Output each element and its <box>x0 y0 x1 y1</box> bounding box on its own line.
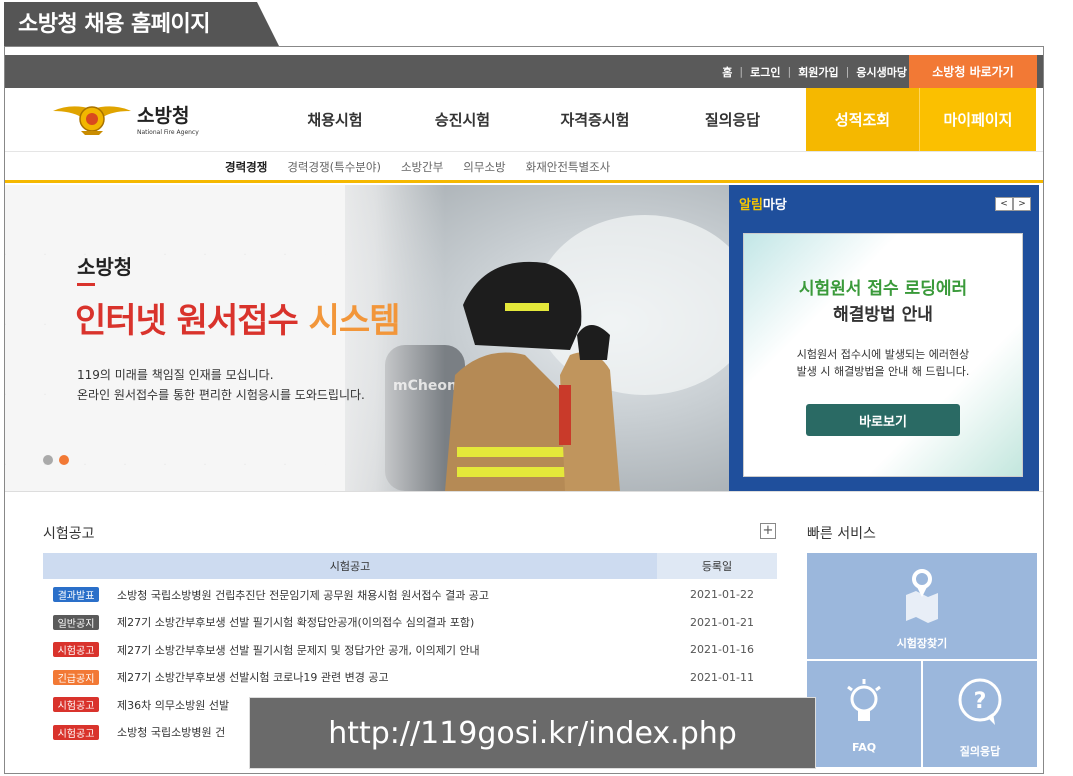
top-utility-bar: 홈 | 로그인 | 회원가입 | 응시생마당 소방청 바로가기 <box>5 55 1043 88</box>
nav-score-lookup[interactable]: 성적조회 <box>806 88 919 151</box>
separator: | <box>845 65 850 78</box>
caption-title: 소방청 채용 홈페이지 <box>4 2 279 46</box>
main-nav: 채용시험 승진시험 자격증시험 질의응답 <box>265 88 795 151</box>
prev-arrow-icon[interactable]: < <box>995 197 1013 211</box>
status-badge: 긴급공지 <box>53 669 99 685</box>
nav-mypage[interactable]: 마이페이지 <box>919 88 1036 151</box>
hero-line1: 소방청 <box>77 255 133 279</box>
view-button[interactable]: 바로보기 <box>806 404 960 436</box>
qna-label: 질의응답 <box>959 745 1001 758</box>
status-badge: 일반공지 <box>53 614 99 630</box>
table-row[interactable]: 결과발표 소방청 국립소방병원 건립추진단 전문임기제 공무원 채용시험 원서접수… <box>43 581 777 609</box>
row-title-link[interactable]: 제27기 소방간부후보생 선발 필기시험 문제지 및 정답가안 공개, 이의제기… <box>117 642 667 658</box>
row-date: 2021-01-21 <box>690 615 754 629</box>
more-plus-icon[interactable]: + <box>760 523 776 539</box>
exam-table-header: 시험공고 등록일 <box>43 553 777 579</box>
signup-link[interactable]: 회원가입 <box>798 64 838 80</box>
slide-dot-1[interactable] <box>43 455 53 465</box>
faq-label: FAQ <box>851 741 877 754</box>
browser-frame: 홈 | 로그인 | 회원가입 | 응시생마당 소방청 바로가기 소방청 Nationa… <box>4 46 1044 774</box>
nfa-shortcut-button[interactable]: 소방청 바로가기 <box>909 55 1037 88</box>
nav-license-exam[interactable]: 자격증시험 <box>520 88 670 151</box>
applicant-link[interactable]: 응시생마당 <box>856 64 907 80</box>
row-date: 2021-01-11 <box>690 670 754 684</box>
nav-promotion-exam[interactable]: 승진시험 <box>405 88 520 151</box>
notice-subheading: 해결방법 안내 <box>833 305 933 325</box>
status-badge: 시험공고 <box>53 697 99 713</box>
row-date: 2021-01-16 <box>690 643 754 657</box>
notice-card[interactable]: 시험원서 접수 로딩에러 해결방법 안내 시험원서 접수시에 발생되는 에러현상… <box>743 233 1023 477</box>
notice-description: 시험원서 접수시에 발생되는 에러현상 발생 시 해결방법을 안내 해 드립니다… <box>796 348 970 378</box>
status-badge: 결과발표 <box>53 587 99 603</box>
next-arrow-icon[interactable]: > <box>1013 197 1031 211</box>
map-pin-icon <box>906 569 938 623</box>
hero-banner[interactable]: mCheong 소방청 인터넷 원서접수 시스템 119의 미래를 책임질 인재… <box>5 185 729 491</box>
exam-site-finder-button[interactable]: 시험장찾기 <box>807 553 1037 659</box>
site-header: 소방청 National Fire Agency 채용시험 승진시험 자격증시험… <box>5 88 1043 151</box>
sub-nav: 경력경쟁 경력경쟁(특수분야) 소방간부 의무소방 화재안전특별조사 <box>5 151 1043 183</box>
lightbulb-icon <box>847 679 881 721</box>
exam-notice-title: 시험공고 <box>43 526 95 542</box>
qna-button[interactable]: ? 질의응답 <box>923 661 1037 767</box>
home-link[interactable]: 홈 <box>722 64 732 80</box>
slide-indicators <box>43 455 69 465</box>
row-title-link[interactable]: 제27기 소방간부후보생 선발시험 코로나19 관련 변경 공고 <box>117 669 667 685</box>
utility-links: 홈 | 로그인 | 회원가입 | 응시생마당 <box>722 55 907 88</box>
table-row[interactable]: 긴급공지 제27기 소방간부후보생 선발시험 코로나19 관련 변경 공고 2021… <box>43 664 777 692</box>
notice-panel-title: 알림마당 <box>739 198 787 213</box>
col-title: 시험공고 <box>43 553 657 579</box>
emblem-icon <box>53 106 131 135</box>
faq-button[interactable]: FAQ <box>807 661 921 767</box>
col-date: 등록일 <box>701 560 733 573</box>
nav-qna[interactable]: 질의응답 <box>670 88 795 151</box>
separator: | <box>787 65 792 78</box>
subnav-conscript[interactable]: 의무소방 <box>463 159 505 175</box>
row-title-link[interactable]: 소방청 국립소방병원 건립추진단 전문임기제 공무원 채용시험 원서접수 결과 … <box>117 587 667 603</box>
hero-description: 119의 미래를 책임질 인재를 모십니다. 온라인 원서접수를 통한 편리한 … <box>77 368 365 402</box>
site-logo[interactable]: 소방청 National Fire Agency <box>51 97 201 141</box>
subnav-fire-safety[interactable]: 화재안전특별조사 <box>526 159 611 175</box>
notice-panel: 알림마당 < > 시험원서 접수 로딩에러 해결방법 안내 시험원서 접수시에 … <box>729 185 1039 491</box>
row-date: 2021-01-22 <box>690 588 754 602</box>
quick-service-title: 빠른 서비스 <box>807 526 876 542</box>
login-link[interactable]: 로그인 <box>750 64 780 80</box>
logo-subtitle: National Fire Agency <box>137 129 199 136</box>
status-badge: 시험공고 <box>53 642 99 658</box>
row-title-link[interactable]: 제27기 소방간부후보생 선발 필기시험 확정답안공개(이의접수 심의결과 포함… <box>117 614 667 630</box>
url-caption: http://119gosi.kr/index.php <box>249 697 816 769</box>
notice-arrows: < > <box>995 197 1031 211</box>
svg-text:?: ? <box>974 689 987 714</box>
hero-headline: 인터넷 원서접수 시스템 <box>75 301 400 341</box>
status-badge: 시험공고 <box>53 724 99 740</box>
table-row[interactable]: 시험공고 제27기 소방간부후보생 선발 필기시험 문제지 및 정답가안 공개, … <box>43 636 777 664</box>
logo-name: 소방청 <box>137 105 190 127</box>
table-row[interactable]: 일반공지 제27기 소방간부후보생 선발 필기시험 확정답안공개(이의접수 심의결… <box>43 609 777 637</box>
exam-site-finder-label: 시험장찾기 <box>896 637 948 650</box>
nav-recruit-exam[interactable]: 채용시험 <box>265 88 405 151</box>
notice-heading: 시험원서 접수 로딩에러 <box>798 279 968 299</box>
subnav-officer[interactable]: 소방간부 <box>401 159 443 175</box>
hero-accent-rule <box>77 283 95 286</box>
slide-dot-2[interactable] <box>59 455 69 465</box>
subnav-career[interactable]: 경력경쟁 <box>225 159 267 175</box>
separator: | <box>739 65 744 78</box>
question-bubble-icon: ? <box>958 678 1002 725</box>
subnav-career-special[interactable]: 경력경쟁(특수분야) <box>287 159 381 175</box>
